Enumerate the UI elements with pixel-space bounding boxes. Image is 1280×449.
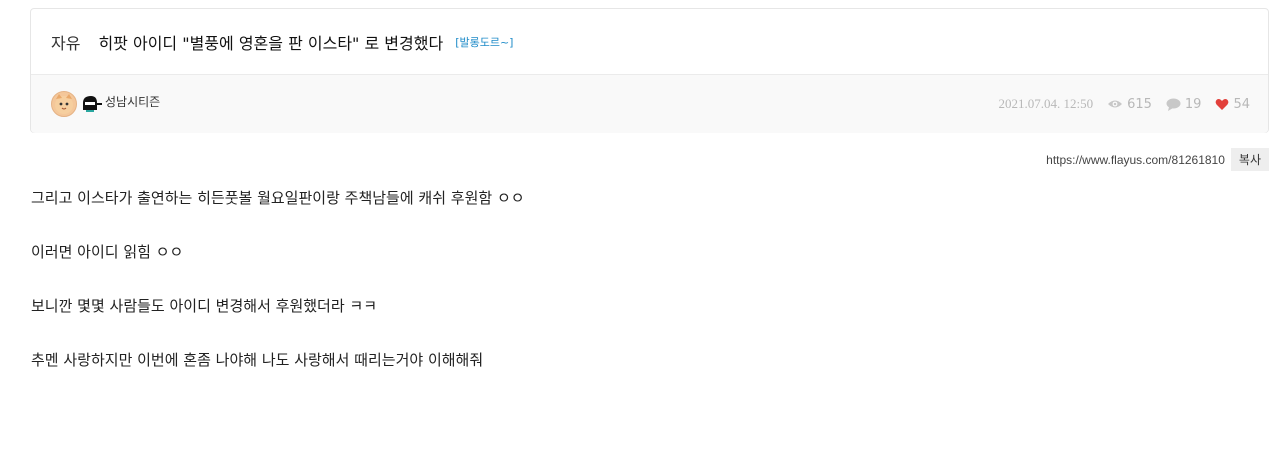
ninja-level-icon	[81, 94, 102, 114]
eye-icon	[1108, 100, 1123, 108]
post-category[interactable]: 자유	[51, 30, 80, 54]
like-count: 54	[1215, 97, 1250, 112]
post-title: 히팟 아이디 "별풍에 영혼을 판 이스타" 로 변경했다	[98, 33, 444, 53]
post-paragraph: 추멘 사랑하지만 이번에 혼좀 나야해 나도 사랑해서 때리는거야 이해해줘	[31, 351, 484, 369]
post-date: 2021.07.04. 12:50	[998, 96, 1094, 111]
view-count-value: 615	[1127, 96, 1152, 112]
cat-face-icon[interactable]	[51, 91, 77, 117]
post-url[interactable]: https://www.flayus.com/81261810	[1046, 153, 1225, 167]
post-paragraph: 이러면 아이디 읽힘 ㅇㅇ	[31, 243, 184, 261]
share-url-row: https://www.flayus.com/81261810 복사	[1046, 148, 1269, 171]
author-name[interactable]: 성남시티즌	[105, 93, 160, 110]
heart-icon[interactable]	[1215, 98, 1229, 111]
post-title-row: 자유 히팟 아이디 "별풍에 영혼을 판 이스타" 로 변경했다 [발롱도르~]	[31, 9, 1268, 75]
post-header-card: 자유 히팟 아이디 "별풍에 영혼을 판 이스타" 로 변경했다 [발롱도르~]…	[30, 8, 1269, 133]
like-count-value: 54	[1233, 96, 1250, 112]
post-tag[interactable]: [발롱도르~]	[455, 34, 513, 50]
comment-count: 19	[1166, 96, 1202, 112]
comment-icon	[1166, 98, 1181, 111]
post-body: 그리고 이스타가 출연하는 히든풋볼 월요일판이랑 주책남들에 캐쉬 후원함 ㅇ…	[31, 186, 525, 402]
post-paragraph: 보니깐 몇몇 사람들도 아이디 변경해서 후원했더라 ㅋㅋ	[31, 297, 378, 315]
post-paragraph: 그리고 이스타가 출연하는 히든풋볼 월요일판이랑 주책남들에 캐쉬 후원함 ㅇ…	[31, 189, 525, 207]
view-count: 615	[1107, 97, 1152, 112]
copy-url-button[interactable]: 복사	[1230, 148, 1269, 171]
comment-count-value: 19	[1184, 96, 1202, 112]
post-meta-row: 성남시티즌 2021.07.04. 12:50 615 19 54	[31, 75, 1268, 133]
